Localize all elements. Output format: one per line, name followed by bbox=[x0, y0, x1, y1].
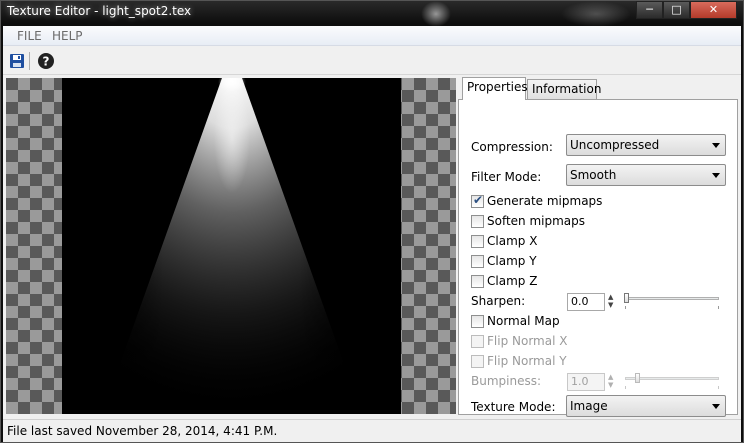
texture-editor-window: Texture Editor - light_spot2.tex ─ □ ✕ F… bbox=[0, 0, 744, 443]
clamp-z-checkbox[interactable] bbox=[471, 275, 484, 288]
status-bar: File last saved November 28, 2014, 4:41 … bbox=[3, 419, 741, 442]
title-bar[interactable]: Texture Editor - light_spot2.tex ─ □ ✕ bbox=[1, 1, 743, 25]
flip-normal-x-checkbox[interactable] bbox=[471, 335, 484, 348]
properties-tab-body: Compression: Uncompressed Filter Mode: S… bbox=[458, 99, 738, 417]
bumpiness-slider-thumb[interactable] bbox=[635, 373, 640, 383]
client-area: FILE HELP ? Properties Information Compr… bbox=[3, 26, 741, 442]
generate-mipmaps-checkbox[interactable]: ✔ bbox=[471, 193, 484, 208]
minimize-button[interactable]: ─ bbox=[636, 1, 663, 19]
bumpiness-spinner[interactable]: ▲ ▼ bbox=[608, 373, 617, 391]
generate-mipmaps-label[interactable]: Generate mipmaps bbox=[487, 194, 602, 208]
save-icon[interactable] bbox=[8, 52, 26, 70]
texture-mode-value: Image bbox=[570, 399, 608, 413]
bumpiness-label: Bumpiness: bbox=[471, 374, 542, 388]
normal-map-label[interactable]: Normal Map bbox=[487, 314, 560, 328]
filter-mode-value: Smooth bbox=[570, 168, 617, 182]
compression-label: Compression: bbox=[471, 140, 553, 154]
soften-mipmaps-checkbox[interactable] bbox=[471, 215, 484, 228]
chevron-down-icon bbox=[712, 173, 720, 178]
bumpiness-slider-ticks bbox=[625, 386, 719, 389]
sharpen-input[interactable]: 0.0 bbox=[567, 293, 605, 311]
help-icon[interactable]: ? bbox=[37, 52, 55, 70]
sharpen-spinner[interactable]: ▲ ▼ bbox=[608, 293, 617, 311]
menu-help[interactable]: HELP bbox=[52, 29, 83, 43]
window-controls: ─ □ ✕ bbox=[636, 1, 737, 19]
menu-bar: FILE HELP bbox=[3, 26, 741, 46]
toolbar: ? bbox=[3, 47, 741, 75]
tab-properties[interactable]: Properties bbox=[462, 77, 528, 100]
svg-text:?: ? bbox=[43, 55, 50, 69]
normal-map-checkbox[interactable] bbox=[471, 315, 484, 328]
maximize-button[interactable]: □ bbox=[663, 1, 690, 19]
clamp-z-label[interactable]: Clamp Z bbox=[487, 274, 537, 288]
soften-mipmaps-label[interactable]: Soften mipmaps bbox=[487, 214, 585, 228]
clamp-y-label[interactable]: Clamp Y bbox=[487, 254, 537, 268]
clamp-x-checkbox[interactable] bbox=[471, 235, 484, 248]
check-icon: ✔ bbox=[473, 193, 484, 207]
chevron-down-icon bbox=[712, 143, 720, 148]
tab-information[interactable]: Information bbox=[527, 79, 601, 99]
sharpen-label: Sharpen: bbox=[471, 294, 526, 308]
clamp-y-checkbox[interactable] bbox=[471, 255, 484, 268]
flip-normal-y-checkbox[interactable] bbox=[471, 355, 484, 368]
bumpiness-input[interactable]: 1.0 bbox=[567, 373, 605, 391]
sharpen-slider-ticks bbox=[625, 306, 719, 309]
properties-panel: Properties Information Compression: Unco… bbox=[458, 77, 740, 417]
compression-select[interactable]: Uncompressed bbox=[566, 134, 726, 156]
flip-normal-x-label[interactable]: Flip Normal X bbox=[487, 334, 567, 348]
texture-mode-select[interactable]: Image bbox=[566, 395, 726, 417]
sharpen-slider-track[interactable] bbox=[625, 297, 719, 300]
window-title: Texture Editor - light_spot2.tex bbox=[7, 4, 192, 18]
filter-mode-label: Filter Mode: bbox=[471, 170, 542, 184]
flip-normal-y-label[interactable]: Flip Normal Y bbox=[487, 354, 567, 368]
clamp-x-label[interactable]: Clamp X bbox=[487, 234, 537, 248]
chevron-down-icon bbox=[712, 404, 720, 409]
menu-file[interactable]: FILE bbox=[17, 29, 42, 43]
status-text: File last saved November 28, 2014, 4:41 … bbox=[7, 424, 278, 438]
texture-preview bbox=[6, 78, 456, 414]
compression-value: Uncompressed bbox=[570, 138, 660, 152]
light-spot-image bbox=[62, 78, 401, 414]
sharpen-slider-thumb[interactable] bbox=[624, 293, 629, 303]
texture-mode-label: Texture Mode: bbox=[471, 400, 556, 414]
filter-mode-select[interactable]: Smooth bbox=[566, 164, 726, 186]
toolbar-separator bbox=[29, 52, 30, 70]
texture-image bbox=[62, 78, 401, 414]
close-button[interactable]: ✕ bbox=[690, 1, 737, 19]
